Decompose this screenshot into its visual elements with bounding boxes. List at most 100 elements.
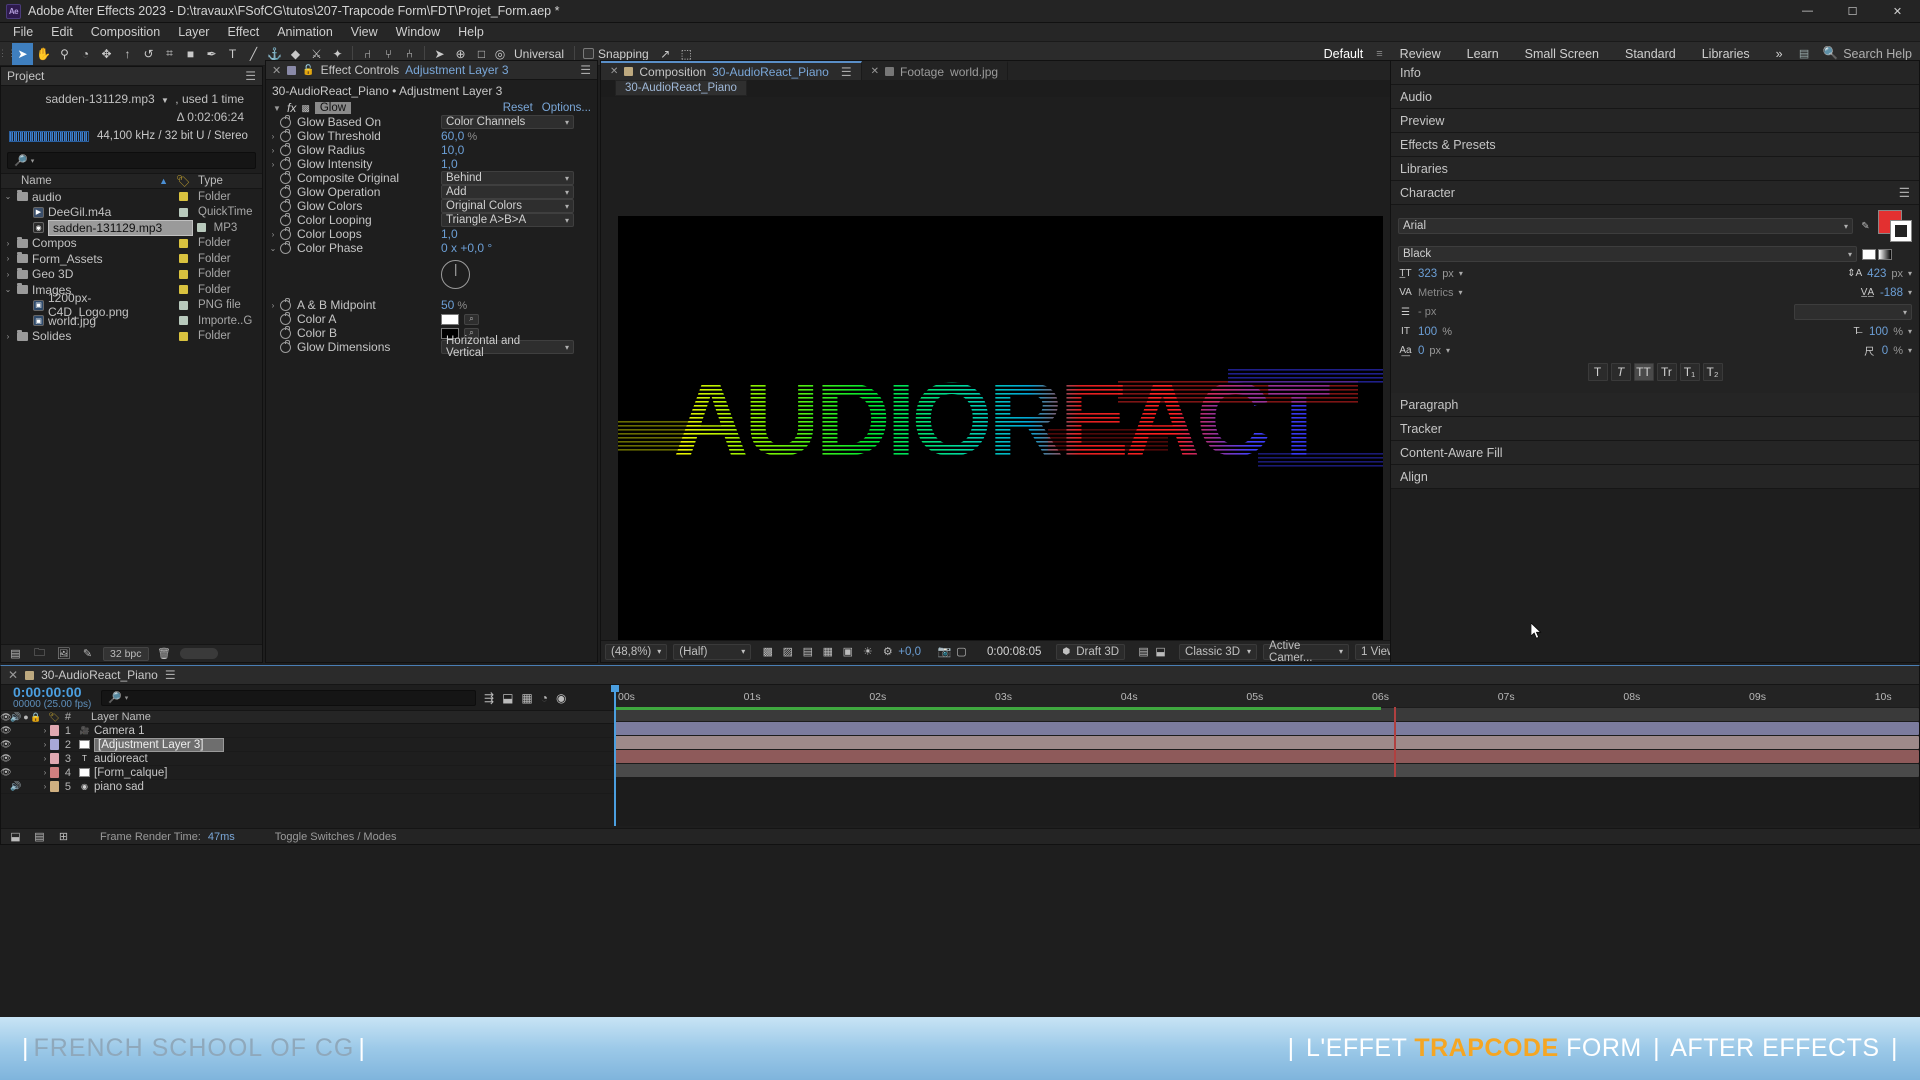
audio-toggle-icon[interactable]: 🔊 [10,781,21,792]
property-dropdown[interactable]: Original Colors ▾ [441,199,574,213]
exposure-value[interactable]: +0,0 [896,644,926,660]
property-dropdown[interactable]: Color Channels ▾ [441,115,574,129]
camera-selector[interactable]: Active Camer... ▾ [1263,640,1350,664]
stopwatch-icon[interactable] [280,198,291,212]
stopwatch-icon[interactable] [280,114,291,128]
color-phase-dial[interactable] [441,260,470,289]
effect-property-row[interactable]: Composite Original Behind ▾ [266,170,597,185]
font-size-dropdown-icon[interactable]: ▾ [1459,269,1463,278]
label-color-swatch[interactable] [178,254,188,264]
interpret-footage-icon[interactable]: ▤ [7,646,24,662]
layer-twirl-icon[interactable]: › [41,768,49,777]
toggle-switches-icon[interactable]: ⬓ [7,829,24,845]
sort-ascending-icon[interactable]: ▲ [159,176,172,186]
effect-property-row[interactable]: Color A ⌕ [266,311,597,326]
stopwatch-icon[interactable] [280,240,291,254]
effect-property-row[interactable]: Glow Colors Original Colors ▾ [266,198,597,213]
property-value[interactable]: 50 % [441,298,467,312]
draft-3d-button[interactable]: ⬢ Draft 3D [1056,643,1126,660]
effect-property-row[interactable]: › Color Loops 1,0 [266,226,597,241]
column-type[interactable]: Type [194,175,262,187]
maximize-button[interactable]: ☐ [1830,0,1875,23]
stroke-type-select[interactable]: ▾ [1794,304,1912,320]
pan-tool[interactable]: ✥ [96,43,117,65]
property-twirl-icon[interactable]: › [266,146,280,155]
renderer-selector[interactable]: Classic 3D ▾ [1179,643,1258,660]
layer-twirl-icon[interactable]: › [41,740,49,749]
work-area-end-marker[interactable] [1394,707,1397,777]
resolution-selector[interactable]: (Half) ▾ [673,643,752,660]
timeline-tab[interactable]: ✕ 30-AudioReact_Piano ☰ [1,666,1919,685]
close-icon[interactable]: ✕ [610,66,618,77]
proportional-grid-icon[interactable]: ▦ [819,644,836,660]
graph-editor-icon[interactable]: ▤ [31,829,48,845]
project-item-row[interactable]: ▣ world.jpg Importe..G [1,313,262,329]
effect-property-row[interactable]: Glow Operation Add ▾ [266,184,597,199]
bit-depth-button[interactable]: 32 bpc [103,646,149,661]
timeline-track-area[interactable]: ◦◠ [614,707,1919,842]
layer-label-color[interactable] [49,725,59,736]
time-ruler[interactable]: 00s 01s 02s 03s 04s 05s 06s 07s 08s 09s 10s [611,685,1919,707]
effect-property-row[interactable]: Glow Based On Color Channels ▾ [266,114,597,129]
layer-duration-bar[interactable] [614,722,1919,735]
toggle-mask-icon[interactable]: ▩ [759,644,776,660]
stopwatch-icon[interactable] [280,297,291,311]
dolly-tool[interactable]: ↑ [117,43,138,65]
right-panel-libraries[interactable]: Libraries [1391,157,1919,181]
leading-dropdown-icon[interactable]: ▾ [1908,269,1912,278]
property-value[interactable]: 10,0 [441,143,464,157]
stopwatch-icon[interactable] [280,142,291,156]
breadcrumb[interactable]: 30-AudioReact_Piano [615,80,747,96]
no-fill-icon[interactable] [1862,248,1876,260]
expand-icon[interactable]: ⊞ [55,829,72,845]
close-icon[interactable]: ✕ [272,64,281,77]
effect-controls-menu-icon[interactable]: ☰ [580,63,591,77]
project-panel-tab[interactable]: Project ☰ [1,67,262,86]
layer-name[interactable]: piano sad [94,781,144,793]
vertical-scale-value[interactable]: 100 [1418,326,1437,338]
composition-mini-flowchart-icon[interactable]: ⇶ [484,691,494,705]
label-color-swatch[interactable] [178,285,188,295]
zoom-level-selector[interactable]: (48,8%) ▾ [605,643,668,660]
effect-controls-tab[interactable]: ✕ 🔓 Effect Controls Adjustment Layer 3 ☰ [266,61,597,80]
right-panel-paragraph[interactable]: Paragraph [1391,393,1919,417]
menu-help[interactable]: Help [449,23,493,42]
delete-icon[interactable]: 🗑 [156,646,173,662]
selection-tool[interactable]: ➤ [12,42,33,65]
project-item-row[interactable]: › Form_Assets Folder [1,251,262,267]
faux-italic-button[interactable]: T [1610,363,1631,381]
faux-bold-button[interactable]: T [1587,363,1608,381]
stopwatch-icon[interactable] [280,339,291,353]
small-caps-button[interactable]: Tr [1656,363,1677,381]
menu-composition[interactable]: Composition [82,23,169,42]
column-name[interactable]: Name [1,175,159,187]
stopwatch-icon[interactable] [280,128,291,142]
title-safe-icon[interactable]: ▣ [839,644,856,660]
stopwatch-icon[interactable] [280,212,291,226]
stopwatch-icon[interactable] [280,170,291,184]
property-dropdown[interactable]: Triangle A>B>A ▾ [441,213,574,227]
right-panel-tracker[interactable]: Tracker [1391,417,1919,441]
character-panel-header[interactable]: Character ☰ [1391,181,1919,205]
draft-3d-toggle-icon[interactable]: ▦ [521,691,532,705]
menu-view[interactable]: View [342,23,387,42]
effect-property-row[interactable]: Color Looping Triangle A>B>A ▾ [266,212,597,227]
project-item-row[interactable]: ▣ 1200px-C4D_Logo.png PNG file [1,291,262,319]
right-panel-audio[interactable]: Audio [1391,85,1919,109]
pen-tool[interactable]: ✒ [201,43,222,65]
stopwatch-icon[interactable] [280,311,291,325]
project-panel-menu-icon[interactable]: ☰ [245,69,256,83]
composition-panel-menu-icon[interactable]: ☰ [841,65,852,79]
folder-twirl-icon[interactable]: › [3,239,13,248]
toggle-switches-modes-label[interactable]: Toggle Switches / Modes [275,831,397,843]
reset-exposure-icon[interactable]: ⚙ [879,644,896,660]
effect-property-row[interactable]: Glow Dimensions Horizontal and Vertical ▾ [266,335,597,359]
layer-duration-bar[interactable] [614,736,1919,749]
property-value[interactable]: 0 x +0,0 ° [441,241,492,255]
property-dropdown[interactable]: Behind ▾ [441,171,574,185]
label-color-swatch[interactable] [178,300,188,310]
anchor-point-tool[interactable]: ⌗ [159,43,180,65]
folder-twirl-icon[interactable]: › [3,254,13,263]
eyedropper-icon[interactable]: ✎ [1858,219,1873,234]
tracking-dropdown-icon[interactable]: ▾ [1908,288,1912,297]
